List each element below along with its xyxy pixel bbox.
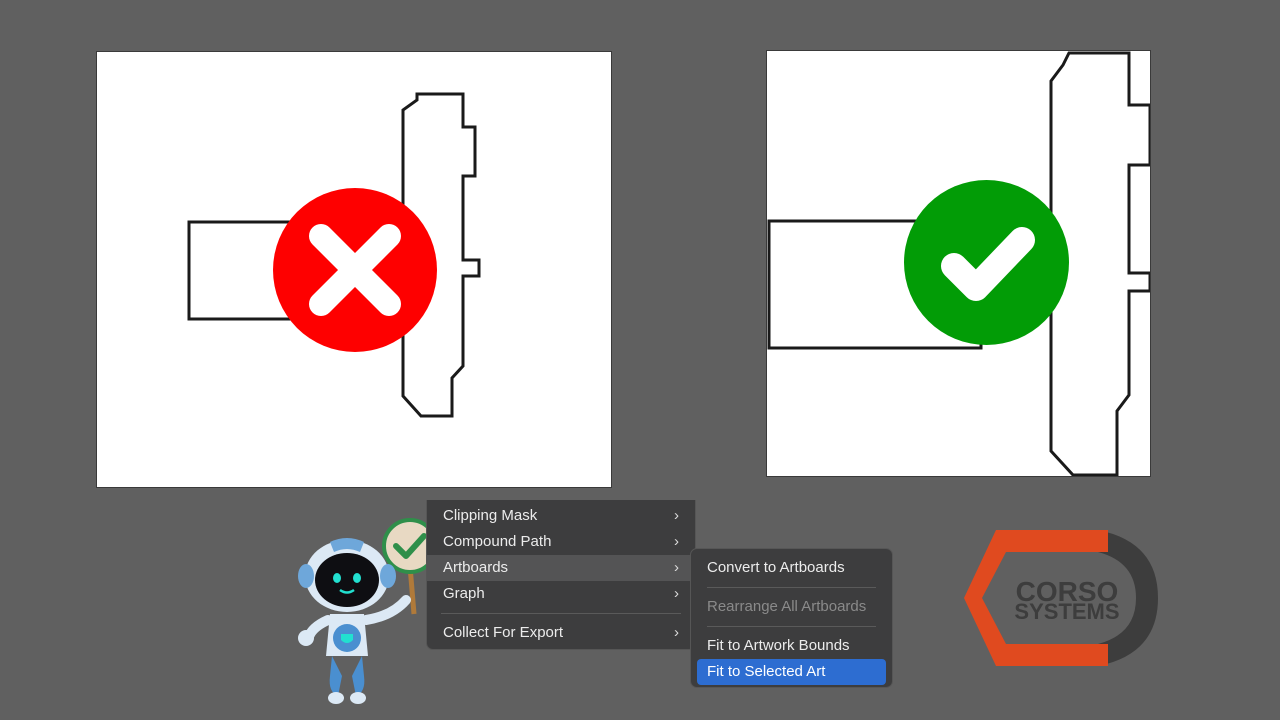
context-menu: Clipping Mask › Compound Path › Artboard… xyxy=(426,500,696,650)
submenu-item-label: Rearrange All Artboards xyxy=(707,598,867,615)
submenu-item-label: Fit to Artwork Bounds xyxy=(707,637,850,654)
menu-separator xyxy=(707,587,876,588)
chevron-right-icon: › xyxy=(674,559,679,576)
menu-separator xyxy=(441,613,681,614)
submenu-item-label: Convert to Artboards xyxy=(707,559,845,576)
chevron-right-icon: › xyxy=(674,624,679,641)
chevron-right-icon: › xyxy=(674,585,679,602)
logo-text-systems: SYSTEMS xyxy=(1014,599,1120,624)
menu-item-clipping-mask[interactable]: Clipping Mask › xyxy=(427,503,695,529)
checkmark-icon xyxy=(904,180,1069,345)
menu-item-label: Collect For Export xyxy=(443,624,564,641)
chevron-right-icon: › xyxy=(674,533,679,550)
robot-mascot-icon xyxy=(298,518,438,704)
menu-item-compound-path[interactable]: Compound Path › xyxy=(427,529,695,555)
menu-item-label: Clipping Mask xyxy=(443,507,538,524)
menu-separator xyxy=(707,626,876,627)
submenu-item-rearrange-all-artboards: Rearrange All Artboards xyxy=(691,594,892,620)
menu-item-label: Artboards xyxy=(443,559,509,576)
menu-item-collect-for-export[interactable]: Collect For Export › xyxy=(427,620,695,646)
submenu-item-fit-to-artwork-bounds[interactable]: Fit to Artwork Bounds xyxy=(691,633,892,659)
menu-item-label: Compound Path xyxy=(443,533,552,550)
menu-item-graph[interactable]: Graph › xyxy=(427,581,695,607)
menu-item-artboards[interactable]: Artboards › xyxy=(427,555,695,581)
artboards-submenu: Convert to Artboards Rearrange All Artbo… xyxy=(690,548,893,688)
menu-item-label: Graph xyxy=(443,585,485,602)
submenu-item-convert-to-artboards[interactable]: Convert to Artboards xyxy=(691,555,892,581)
x-icon xyxy=(273,188,437,352)
chevron-right-icon: › xyxy=(674,507,679,524)
submenu-item-fit-to-selected-art[interactable]: Fit to Selected Art xyxy=(697,659,886,685)
submenu-item-label: Fit to Selected Art xyxy=(707,663,826,680)
